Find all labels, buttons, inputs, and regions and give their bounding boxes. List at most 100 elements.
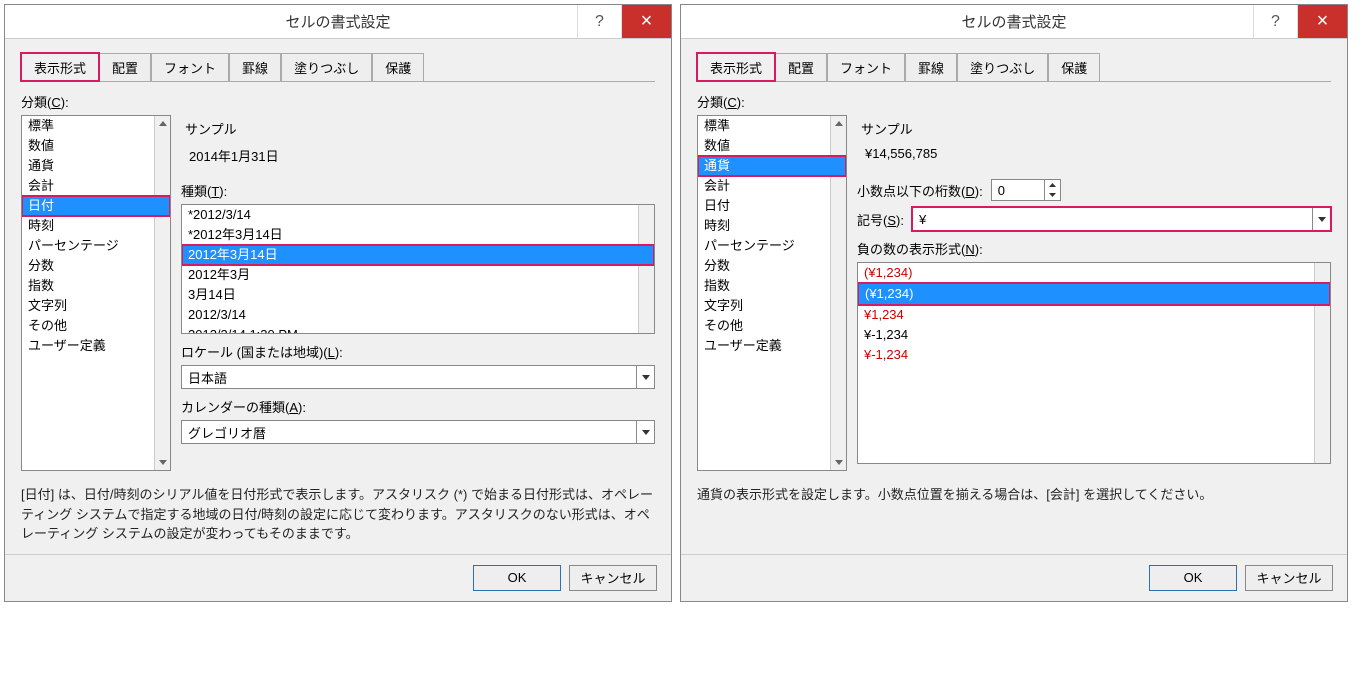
cat-text[interactable]: 文字列 bbox=[698, 296, 846, 316]
tab-font[interactable]: フォント bbox=[151, 53, 229, 81]
titlebar: セルの書式設定 ? × bbox=[5, 5, 671, 39]
cat-accounting[interactable]: 会計 bbox=[22, 176, 170, 196]
dialog-title: セルの書式設定 bbox=[681, 11, 1347, 32]
sample-value: 2014年1月31日 bbox=[185, 142, 651, 165]
calendar-combo[interactable]: グレゴリオ暦 bbox=[181, 420, 655, 444]
titlebar: セルの書式設定 ? × bbox=[681, 5, 1347, 39]
category-label: 分類(C): bbox=[697, 92, 1331, 111]
neg-item[interactable]: ¥1,234 bbox=[858, 305, 1330, 325]
decimals-value[interactable]: 0 bbox=[992, 180, 1044, 200]
tab-fill[interactable]: 塗りつぶし bbox=[957, 53, 1048, 81]
description: [日付] は、日付/時刻のシリアル値を日付形式で表示します。アスタリスク (*)… bbox=[21, 485, 655, 544]
cat-accounting[interactable]: 会計 bbox=[698, 176, 846, 196]
cat-date[interactable]: 日付 bbox=[698, 196, 846, 216]
type-item[interactable]: *2012年3月14日 bbox=[182, 225, 654, 245]
chevron-down-icon[interactable] bbox=[1312, 208, 1330, 230]
dialog-title: セルの書式設定 bbox=[5, 11, 671, 32]
format-cells-dialog-currency: セルの書式設定 ? × 表示形式 配置 フォント 罫線 塗りつぶし 保護 分類(… bbox=[680, 4, 1348, 602]
category-list[interactable]: 標準 数値 通貨 会計 日付 時刻 パーセンテージ 分数 指数 文字列 その他 … bbox=[21, 115, 171, 471]
sample-label: サンプル bbox=[185, 119, 651, 138]
cat-currency[interactable]: 通貨 bbox=[22, 156, 170, 176]
cat-percentage[interactable]: パーセンテージ bbox=[698, 236, 846, 256]
category-label: 分類(C): bbox=[21, 92, 655, 111]
cat-special[interactable]: その他 bbox=[22, 316, 170, 336]
type-item[interactable]: 2012年3月14日 bbox=[182, 245, 654, 265]
tab-alignment[interactable]: 配置 bbox=[775, 53, 827, 81]
chevron-down-icon[interactable] bbox=[636, 421, 654, 443]
sample-box: サンプル ¥14,556,785 bbox=[857, 115, 1331, 171]
tab-fill[interactable]: 塗りつぶし bbox=[281, 53, 372, 81]
symbol-value: ¥ bbox=[913, 212, 1312, 227]
close-button[interactable]: × bbox=[621, 5, 671, 38]
cancel-button[interactable]: キャンセル bbox=[569, 565, 657, 591]
cat-text[interactable]: 文字列 bbox=[22, 296, 170, 316]
button-bar: OK キャンセル bbox=[681, 554, 1347, 601]
tab-border[interactable]: 罫線 bbox=[229, 53, 281, 81]
tab-bar: 表示形式 配置 フォント 罫線 塗りつぶし 保護 bbox=[21, 53, 655, 82]
negfmt-label: 負の数の表示形式(N): bbox=[857, 239, 1331, 258]
help-button[interactable]: ? bbox=[577, 5, 621, 38]
calendar-label: カレンダーの種類(A): bbox=[181, 397, 655, 416]
symbol-combo[interactable]: ¥ bbox=[912, 207, 1331, 231]
cat-number[interactable]: 数値 bbox=[22, 136, 170, 156]
spinner-up-icon[interactable] bbox=[1045, 180, 1060, 190]
cat-date[interactable]: 日付 bbox=[22, 196, 170, 216]
tab-font[interactable]: フォント bbox=[827, 53, 905, 81]
scrollbar[interactable] bbox=[638, 205, 654, 333]
tab-protection[interactable]: 保護 bbox=[372, 53, 424, 81]
cat-time[interactable]: 時刻 bbox=[22, 216, 170, 236]
negative-format-list[interactable]: (¥1,234) (¥1,234) ¥1,234 ¥-1,234 ¥-1,234 bbox=[857, 262, 1331, 464]
type-item[interactable]: *2012/3/14 bbox=[182, 205, 654, 225]
type-item[interactable]: 3月14日 bbox=[182, 285, 654, 305]
type-list[interactable]: *2012/3/14 *2012年3月14日 2012年3月14日 2012年3… bbox=[181, 204, 655, 334]
ok-button[interactable]: OK bbox=[1149, 565, 1237, 591]
type-label: 種類(T): bbox=[181, 181, 655, 200]
neg-item[interactable]: ¥-1,234 bbox=[858, 325, 1330, 345]
cat-fraction[interactable]: 分数 bbox=[22, 256, 170, 276]
type-item[interactable]: 2012年3月 bbox=[182, 265, 654, 285]
scrollbar[interactable] bbox=[154, 116, 170, 470]
tab-number-format[interactable]: 表示形式 bbox=[21, 53, 99, 81]
cat-custom[interactable]: ユーザー定義 bbox=[22, 336, 170, 356]
locale-combo[interactable]: 日本語 bbox=[181, 365, 655, 389]
cat-number[interactable]: 数値 bbox=[698, 136, 846, 156]
spinner-down-icon[interactable] bbox=[1045, 190, 1060, 200]
calendar-value: グレゴリオ暦 bbox=[182, 423, 636, 442]
cat-percentage[interactable]: パーセンテージ bbox=[22, 236, 170, 256]
type-item[interactable]: 2012/3/14 1:30 PM bbox=[182, 325, 654, 334]
category-list[interactable]: 標準 数値 通貨 会計 日付 時刻 パーセンテージ 分数 指数 文字列 その他 … bbox=[697, 115, 847, 471]
help-button[interactable]: ? bbox=[1253, 5, 1297, 38]
decimals-label: 小数点以下の桁数(D): bbox=[857, 181, 983, 200]
sample-box: サンプル 2014年1月31日 bbox=[181, 115, 655, 175]
sample-label: サンプル bbox=[861, 119, 1327, 138]
cat-custom[interactable]: ユーザー定義 bbox=[698, 336, 846, 356]
cat-general[interactable]: 標準 bbox=[22, 116, 170, 136]
tab-number-format[interactable]: 表示形式 bbox=[697, 53, 775, 81]
tab-border[interactable]: 罫線 bbox=[905, 53, 957, 81]
cat-time[interactable]: 時刻 bbox=[698, 216, 846, 236]
format-cells-dialog-date: セルの書式設定 ? × 表示形式 配置 フォント 罫線 塗りつぶし 保護 分類(… bbox=[4, 4, 672, 602]
description: 通貨の表示形式を設定します。小数点位置を揃える場合は、[会計] を選択してくださ… bbox=[697, 485, 1331, 505]
neg-item[interactable]: (¥1,234) bbox=[858, 263, 1330, 283]
symbol-label: 記号(S): bbox=[857, 210, 904, 229]
tab-protection[interactable]: 保護 bbox=[1048, 53, 1100, 81]
chevron-down-icon[interactable] bbox=[636, 366, 654, 388]
type-item[interactable]: 2012/3/14 bbox=[182, 305, 654, 325]
neg-item[interactable]: (¥1,234) bbox=[858, 283, 1330, 305]
cancel-button[interactable]: キャンセル bbox=[1245, 565, 1333, 591]
cat-general[interactable]: 標準 bbox=[698, 116, 846, 136]
locale-value: 日本語 bbox=[182, 368, 636, 387]
sample-value: ¥14,556,785 bbox=[861, 142, 1327, 161]
decimals-spinner[interactable]: 0 bbox=[991, 179, 1061, 201]
button-bar: OK キャンセル bbox=[5, 554, 671, 601]
tab-bar: 表示形式 配置 フォント 罫線 塗りつぶし 保護 bbox=[697, 53, 1331, 82]
cat-scientific[interactable]: 指数 bbox=[698, 276, 846, 296]
tab-alignment[interactable]: 配置 bbox=[99, 53, 151, 81]
cat-scientific[interactable]: 指数 bbox=[22, 276, 170, 296]
ok-button[interactable]: OK bbox=[473, 565, 561, 591]
neg-item[interactable]: ¥-1,234 bbox=[858, 345, 1330, 365]
cat-special[interactable]: その他 bbox=[698, 316, 846, 336]
close-button[interactable]: × bbox=[1297, 5, 1347, 38]
cat-fraction[interactable]: 分数 bbox=[698, 256, 846, 276]
cat-currency[interactable]: 通貨 bbox=[698, 156, 846, 176]
